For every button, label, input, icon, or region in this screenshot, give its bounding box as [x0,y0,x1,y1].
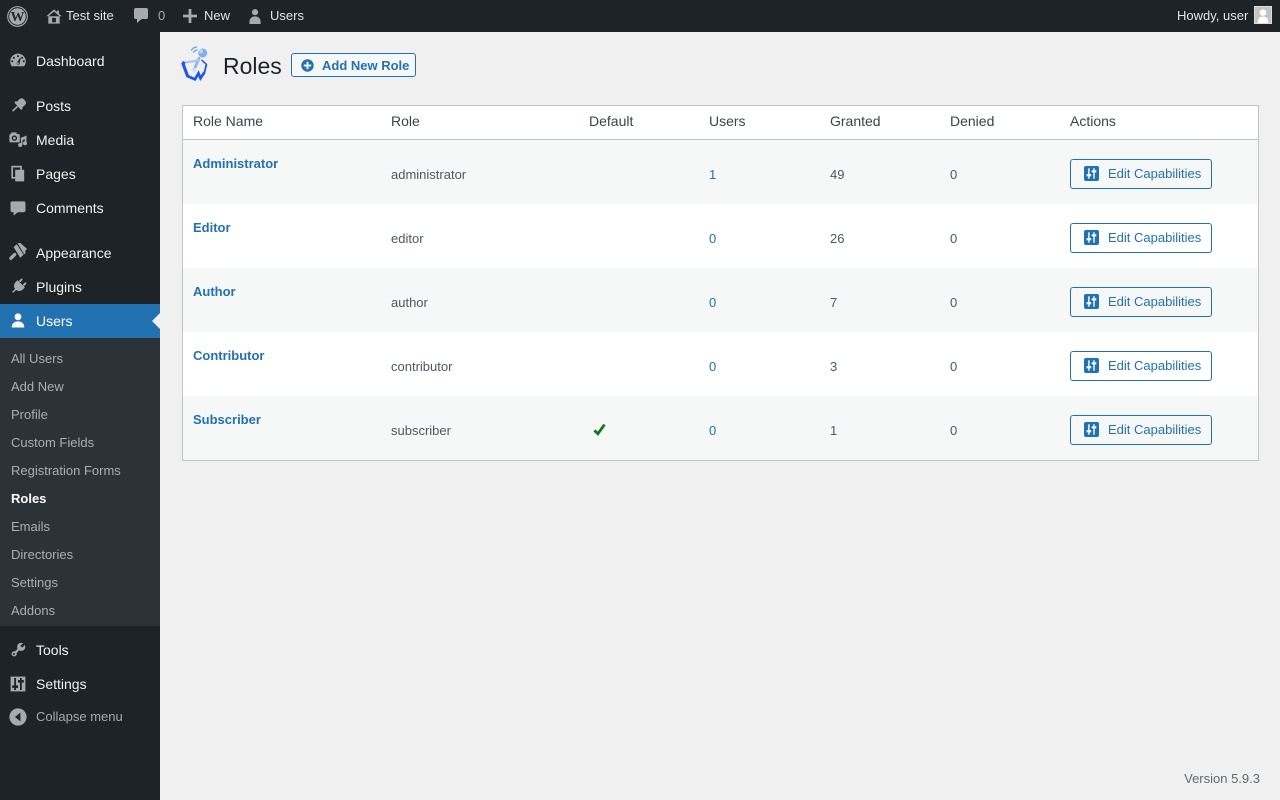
svg-text:W: W [11,10,25,25]
